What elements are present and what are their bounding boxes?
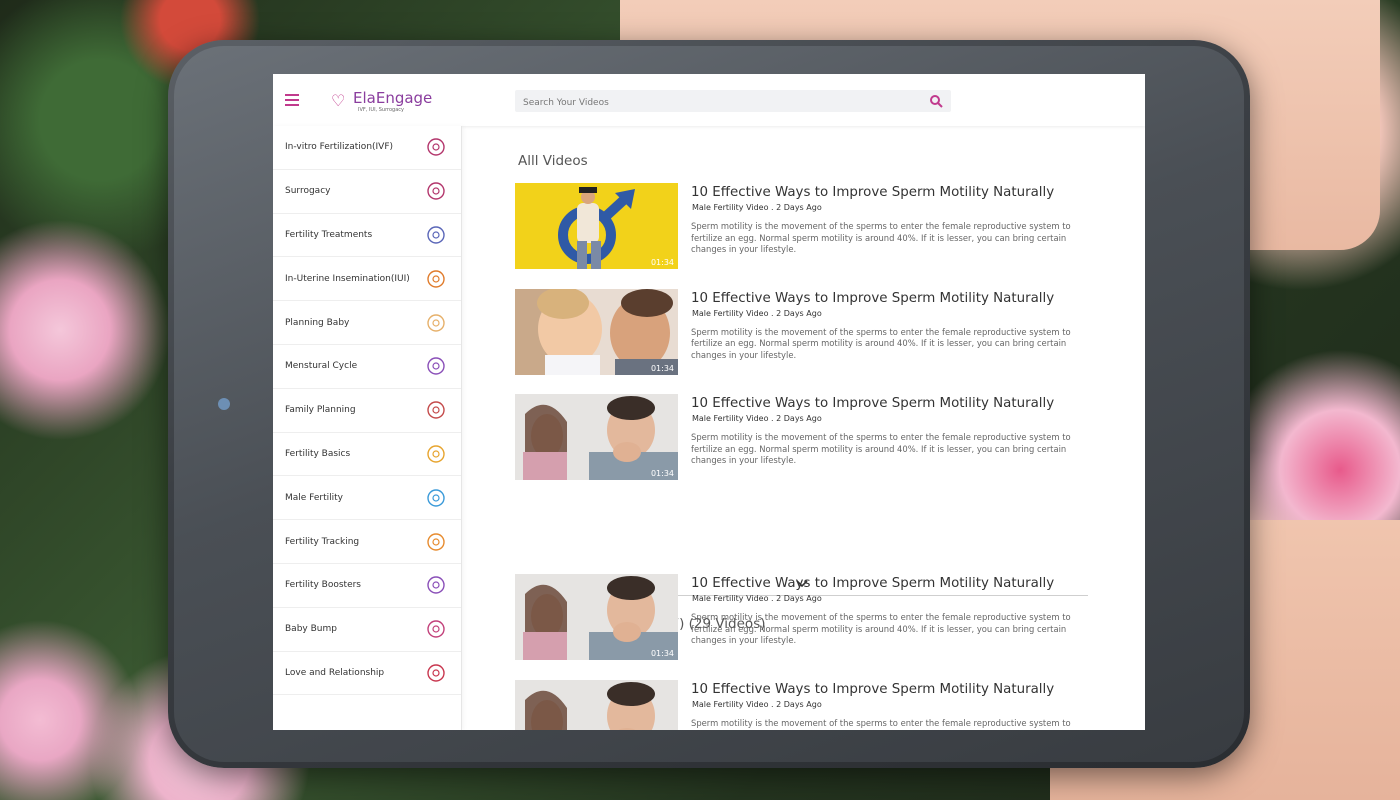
- baby-icon: [423, 310, 449, 336]
- video-card[interactable]: 01:34 10 Effective Ways to Improve Sperm …: [515, 574, 1095, 660]
- sidebar-item[interactable]: In-vitro Fertilization(IVF): [273, 126, 461, 170]
- sidebar-item[interactable]: Fertility Treatments: [273, 214, 461, 258]
- logo[interactable]: ♡ ElaEngage IVF, IUI, Surrogacy: [331, 89, 441, 115]
- top-bar: ♡ ElaEngage IVF, IUI, Surrogacy: [273, 74, 1145, 126]
- video-thumbnail[interactable]: 01:34: [515, 394, 678, 480]
- category-sidebar: In-vitro Fertilization(IVF) Surrogacy Fert…: [273, 126, 462, 730]
- video-meta: Male Fertility Video . 2 Days Ago: [692, 699, 822, 709]
- section-title: Alll Videos: [518, 153, 588, 169]
- video-description: Sperm motility is the movement of the sp…: [691, 717, 1071, 731]
- sidebar-item-label: Menstural Cycle: [285, 361, 358, 372]
- video-meta: Male Fertility Video . 2 Days Ago: [692, 308, 822, 318]
- sidebar-item[interactable]: Fertility Boosters: [273, 564, 461, 608]
- menu-icon[interactable]: [285, 94, 299, 106]
- sidebar-item-label: Planning Baby: [285, 317, 350, 328]
- sidebar-item[interactable]: Baby Bump: [273, 608, 461, 652]
- male-fertility-icon: [423, 485, 449, 511]
- search-icon[interactable]: [929, 94, 943, 108]
- search-bar: [515, 90, 951, 114]
- video-title[interactable]: 10 Effective Ways to Improve Sperm Motil…: [691, 576, 1054, 591]
- sidebar-item[interactable]: Family Planning: [273, 389, 461, 433]
- sidebar-item[interactable]: Male Fertility: [273, 476, 461, 521]
- search-input[interactable]: [515, 92, 911, 114]
- video-thumbnail[interactable]: 01:34: [515, 574, 678, 660]
- camera-icon: [218, 398, 230, 410]
- family-icon: [423, 397, 449, 423]
- video-card[interactable]: 01:34 10 Effective Ways to Improve Sperm …: [515, 288, 1095, 375]
- sidebar-item-label: Love and Relationship: [285, 667, 385, 678]
- logo-text: ElaEngage: [353, 89, 433, 107]
- video-duration: 01:34: [650, 649, 674, 658]
- sidebar-item[interactable]: Planning Baby: [273, 301, 461, 345]
- video-description: Sperm motility is the movement of the sp…: [691, 432, 1071, 465]
- video-title[interactable]: 10 Effective Ways to Improve Sperm Motil…: [691, 185, 1054, 200]
- calendar-icon: [423, 529, 449, 555]
- video-thumbnail[interactable]: 01:34: [515, 288, 678, 375]
- sidebar-item-label: In-vitro Fertilization(IVF): [285, 142, 394, 153]
- video-description: Sperm motility is the movement of the sp…: [691, 221, 1071, 254]
- sidebar-item-label: Surrogacy: [285, 186, 331, 197]
- stethoscope-icon: [423, 222, 449, 248]
- video-description: Sperm motility is the movement of the sp…: [691, 612, 1071, 645]
- video-card[interactable]: 01:34 10 Effective Ways to Improve Sperm …: [515, 183, 1095, 269]
- video-title[interactable]: 10 Effective Ways to Improve Sperm Motil…: [691, 682, 1054, 697]
- sidebar-item-label: Fertility Basics: [285, 448, 351, 459]
- video-duration: 01:34: [650, 258, 674, 267]
- video-meta: Male Fertility Video . 2 Days Ago: [692, 203, 822, 212]
- app-screen: ♡ ElaEngage IVF, IUI, Surrogacy In-vitro…: [273, 74, 1145, 730]
- video-title[interactable]: 10 Effective Ways to Improve Sperm Motil…: [691, 396, 1054, 411]
- video-title[interactable]: 10 Effective Ways to Improve Sperm Motil…: [691, 291, 1054, 306]
- video-duration: 01:34: [650, 363, 674, 373]
- video-card[interactable]: 01:34 10 Effective Ways to Improve Sperm …: [515, 394, 1095, 480]
- sidebar-item-label: Fertility Tracking: [285, 536, 360, 547]
- sidebar-item[interactable]: Love and Relationship: [273, 652, 461, 696]
- video-description: Sperm motility is the movement of the sp…: [691, 326, 1071, 360]
- embryo-icon: [423, 134, 449, 160]
- heart-icon: [423, 660, 449, 686]
- video-meta: Male Fertility Video . 2 Days Ago: [692, 414, 822, 423]
- sidebar-item-label: In-Uterine Insemination(IUI): [285, 273, 410, 284]
- sidebar-item-label: Fertility Boosters: [285, 580, 361, 591]
- menstrual-icon: [423, 353, 449, 379]
- sidebar-item[interactable]: Menstural Cycle: [273, 345, 461, 389]
- video-thumbnail[interactable]: 01:34: [515, 183, 678, 269]
- boosters-icon: [423, 572, 449, 598]
- logo-icon: ♡: [331, 91, 346, 110]
- fertility-basics-icon: [423, 441, 449, 467]
- surrogacy-icon: [423, 178, 449, 204]
- video-duration: 01:34: [650, 469, 674, 478]
- sidebar-item[interactable]: Surrogacy: [273, 170, 461, 214]
- video-thumbnail[interactable]: 01:34: [515, 679, 678, 730]
- sidebar-item[interactable]: Fertility Tracking: [273, 520, 461, 564]
- sidebar-item-label: Baby Bump: [285, 624, 337, 635]
- sidebar-item-label: Fertility Treatments: [285, 229, 373, 240]
- video-card[interactable]: 01:34 10 Effective Ways to Improve Sperm …: [515, 679, 1095, 731]
- sidebar-item[interactable]: In-Uterine Insemination(IUI): [273, 257, 461, 302]
- video-feed: Alll Videos 01:34 10 Effective Ways to Im…: [461, 126, 1145, 730]
- sidebar-item-label: Male Fertility: [285, 492, 343, 503]
- logo-subtitle: IVF, IUI, Surrogacy: [358, 107, 404, 113]
- uterus-icon: [423, 266, 449, 292]
- sidebar-item[interactable]: Fertility Basics: [273, 433, 461, 477]
- baby-bump-icon: [423, 616, 449, 642]
- sidebar-item-label: Family Planning: [285, 405, 356, 416]
- video-meta: Male Fertility Video . 2 Days Ago: [692, 594, 822, 603]
